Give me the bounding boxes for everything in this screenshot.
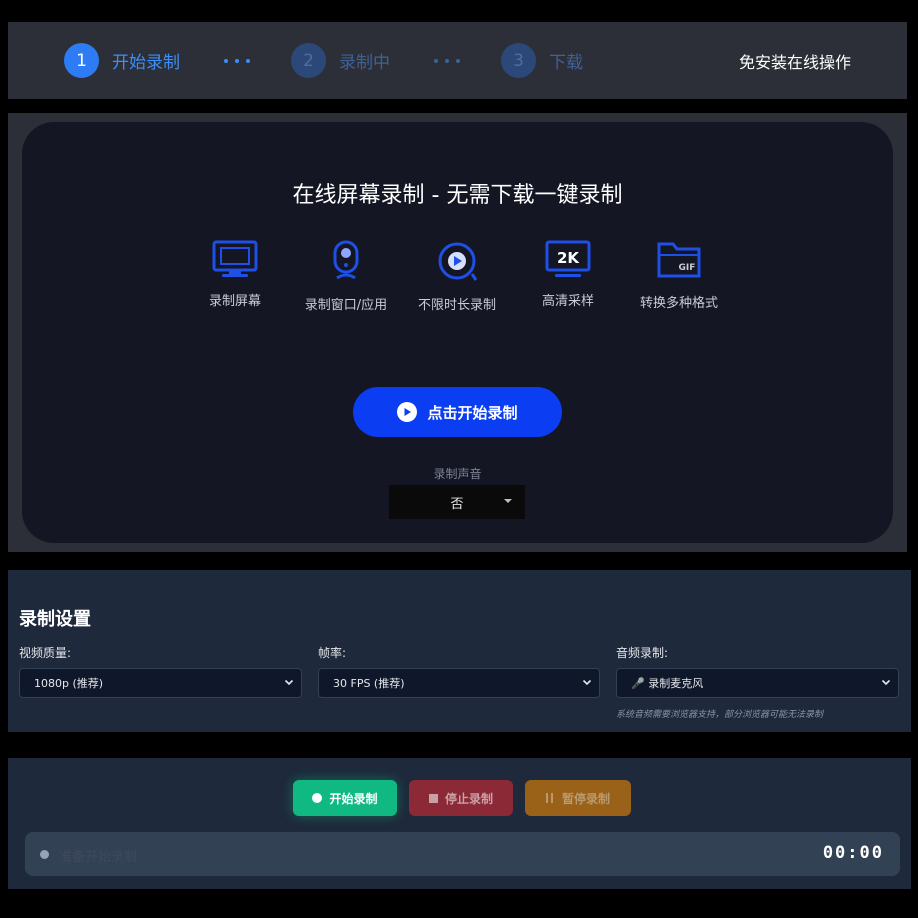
chevron-down-icon (881, 679, 891, 686)
video-quality-value: 1080p (推荐) (34, 677, 104, 690)
start-button-label: 开始录制 (329, 791, 378, 806)
chevron-down-icon (284, 679, 294, 686)
status-text: 准备开始录制 (59, 850, 138, 865)
start-button[interactable]: 开始录制 (293, 780, 397, 816)
feature-label: 录制屏幕 (208, 294, 261, 309)
monitor-icon (212, 240, 258, 277)
caret-down-icon (504, 499, 512, 503)
sound-label: 录制声音 (433, 467, 482, 481)
recorder-panel-frame: 在线屏幕录制 - 无需下载一键录制 录制屏幕 录制窗口/应用 不限时长录制 2K… (8, 113, 907, 552)
pause-button-label: 暂停录制 (561, 791, 610, 806)
recorder-panel: 在线屏幕录制 - 无需下载一键录制 录制屏幕 录制窗口/应用 不限时长录制 2K… (22, 122, 893, 543)
pause-button[interactable]: 暂停录制 (525, 780, 631, 816)
audio-value: 🎤 录制麦克风 (631, 677, 704, 690)
recording-settings: 录制设置 视频质量: 1080p (推荐) 帧率: 30 FPS (推荐) 音频… (8, 570, 911, 732)
play-circle-icon (438, 242, 478, 281)
frame-rate-label: 帧率: (318, 646, 347, 660)
feature-record-screen: 录制屏幕 (175, 240, 295, 309)
feature-label: 录制窗口/应用 (304, 298, 388, 313)
stop-square-icon (428, 793, 438, 803)
feature-record-window: 录制窗口/应用 (286, 240, 406, 313)
pause-icon (545, 793, 553, 803)
step-separator (434, 58, 460, 63)
webcam-icon (333, 240, 359, 280)
step-label: 开始录制 (112, 53, 180, 73)
frame-rate-select[interactable]: 30 FPS (推荐) (318, 668, 600, 698)
play-icon (397, 402, 418, 422)
settings-title: 录制设置 (19, 609, 91, 630)
status-bar: 准备开始录制 00:00 (25, 832, 900, 876)
start-recording-label: 点击开始录制 (427, 404, 518, 422)
sound-select[interactable]: 否 (389, 485, 525, 519)
feature-label: 转换多种格式 (639, 296, 718, 311)
feature-label: 高清采样 (541, 294, 594, 309)
chevron-down-icon (582, 679, 592, 686)
audio-hint: 系统音频需要浏览器支持，部分浏览器可能无法录制 (616, 710, 824, 720)
step-separator (224, 58, 250, 63)
svg-text:2K: 2K (557, 249, 580, 267)
feature-hd-sampling: 2K 高清采样 (508, 240, 628, 309)
sound-value: 否 (450, 496, 464, 512)
step-number: 3 (501, 43, 536, 78)
step-number: 2 (291, 43, 326, 78)
feature-unlimited-duration: 不限时长录制 (397, 240, 517, 313)
no-install-tagline: 免安装在线操作 (738, 52, 851, 72)
svg-text:GIF: GIF (679, 263, 696, 273)
steps-header: 1 开始录制 2 录制中 3 下载 免安装在线操作 (8, 22, 907, 99)
step-label: 下载 (549, 53, 583, 73)
feature-label: 不限时长录制 (417, 298, 496, 313)
audio-label: 音频录制: (616, 646, 669, 660)
audio-select[interactable]: 🎤 录制麦克风 (616, 668, 899, 698)
step-recording: 2 录制中 (291, 43, 390, 78)
feature-convert-formats: GIF 转换多种格式 (619, 240, 739, 311)
record-dot-icon (312, 793, 323, 803)
stop-button[interactable]: 停止录制 (409, 780, 513, 816)
video-quality-select[interactable]: 1080p (推荐) (19, 668, 302, 698)
frame-rate-field: 帧率: 30 FPS (推荐) (318, 644, 600, 698)
step-download: 3 下载 (501, 43, 583, 78)
folder-gif-icon: GIF (657, 242, 701, 278)
step-label: 录制中 (339, 53, 390, 73)
step-number: 1 (64, 43, 99, 78)
recording-controls: 开始录制 停止录制 暂停录制 准备开始录制 00:00 (8, 758, 911, 889)
page-title: 在线屏幕录制 - 无需下载一键录制 (292, 183, 623, 208)
stop-button-label: 停止录制 (444, 791, 493, 806)
audio-field: 音频录制: 🎤 录制麦克风 (616, 644, 899, 698)
2k-icon: 2K (545, 240, 591, 277)
start-recording-button[interactable]: 点击开始录制 (353, 387, 562, 437)
video-quality-field: 视频质量: 1080p (推荐) (19, 644, 302, 698)
status-dot-icon (40, 850, 49, 859)
frame-rate-value: 30 FPS (推荐) (333, 677, 405, 690)
recording-timer: 00:00 (822, 843, 884, 863)
step-start: 1 开始录制 (64, 43, 180, 78)
video-quality-label: 视频质量: (19, 646, 72, 660)
